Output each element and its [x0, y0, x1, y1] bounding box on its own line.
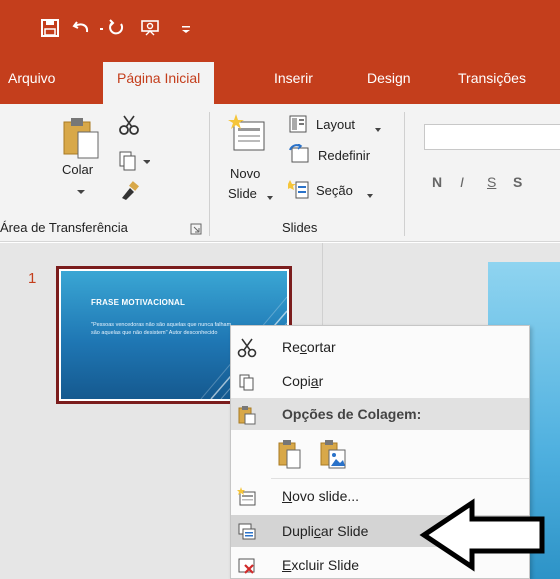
tab-arquivo[interactable]: Arquivo — [8, 70, 55, 86]
paste-dropdown-icon[interactable] — [76, 184, 86, 194]
menu-item-copy[interactable]: Copiar — [231, 365, 529, 397]
thumbnail-title: FRASE MOTIVACIONAL — [91, 298, 186, 307]
thumbnail-body: "Pessoas vencedoras não são aquelas que … — [91, 322, 233, 336]
menu-item-cut-label: Recortar — [282, 339, 336, 355]
layout-dropdown-icon[interactable] — [374, 122, 382, 132]
font-name-box[interactable] — [424, 124, 560, 150]
paste-options-label: Opções de Colagem: — [282, 406, 422, 422]
menu-item-new-slide-label: Novo slide... — [282, 488, 360, 504]
tab-transicoes[interactable]: Transições — [458, 70, 526, 86]
save-icon[interactable] — [40, 18, 60, 38]
menu-item-delete-slide-label: Excluir Slide — [282, 557, 360, 573]
format-painter-icon[interactable] — [118, 180, 140, 202]
new-slide-label-line1[interactable]: Novo — [230, 166, 260, 181]
quick-access-toolbar — [0, 0, 560, 52]
section-dropdown-icon[interactable] — [366, 188, 374, 198]
new-slide-label-line2[interactable]: Slide — [228, 186, 257, 201]
pointer-arrow-annotation — [419, 498, 545, 572]
group-divider — [209, 112, 210, 236]
layout-label[interactable]: Layout — [316, 117, 355, 132]
clipboard-group-label: Área de Transferência — [0, 220, 128, 235]
menu-item-copy-label: Copiar — [282, 373, 324, 389]
ribbon: Colar Área de Transferência Novo Slide L… — [0, 104, 560, 242]
group-divider — [404, 112, 405, 236]
cut-icon — [237, 338, 257, 358]
customize-qat-icon[interactable] — [176, 18, 190, 38]
new-slide-dropdown-icon[interactable] — [266, 190, 274, 200]
start-slideshow-icon[interactable] — [140, 18, 160, 38]
paste-label[interactable]: Colar — [62, 162, 93, 177]
copy-icon[interactable] — [118, 150, 151, 172]
paste-keep-source-icon[interactable] — [277, 438, 303, 470]
paste-icon[interactable] — [62, 116, 102, 160]
section-label[interactable]: Seção — [316, 183, 353, 198]
duplicate-slide-icon — [237, 522, 257, 542]
reset-label[interactable]: Redefinir — [318, 148, 370, 163]
tab-inserir[interactable]: Inserir — [274, 70, 313, 86]
underline-button[interactable]: S — [487, 174, 496, 190]
menu-item-duplicate-slide-label: Duplicar Slide — [282, 523, 369, 539]
clipboard-launcher-icon[interactable] — [190, 223, 202, 235]
ribbon-tabs: Arquivo Página Inicial Inserir Design Tr… — [0, 52, 560, 104]
cut-icon[interactable] — [118, 114, 140, 136]
redo-icon[interactable] — [106, 18, 126, 38]
paste-picture-icon[interactable] — [319, 438, 349, 470]
layout-icon[interactable] — [288, 114, 308, 134]
tab-pagina-inicial[interactable]: Página Inicial — [103, 62, 215, 104]
menu-separator — [271, 478, 529, 479]
reset-slide-icon[interactable] — [288, 143, 310, 166]
undo-icon[interactable] — [72, 18, 92, 38]
slides-group-label: Slides — [282, 220, 318, 235]
bold-button[interactable]: N — [432, 174, 442, 190]
menu-item-cut[interactable]: Recortar — [231, 331, 529, 363]
copy-icon — [237, 372, 257, 392]
tab-design[interactable]: Design — [367, 70, 411, 86]
delete-slide-icon — [237, 556, 257, 576]
section-icon[interactable] — [284, 178, 310, 200]
paste-options-icon — [237, 405, 257, 425]
undo-dropdown-icon[interactable] — [92, 18, 103, 38]
strikethrough-button[interactable]: S — [513, 174, 522, 190]
new-slide-icon — [237, 487, 257, 507]
italic-button[interactable]: I — [460, 174, 464, 190]
new-slide-icon[interactable] — [228, 112, 266, 154]
paste-options-header: Opções de Colagem: — [231, 398, 529, 430]
slide-number: 1 — [28, 270, 37, 287]
